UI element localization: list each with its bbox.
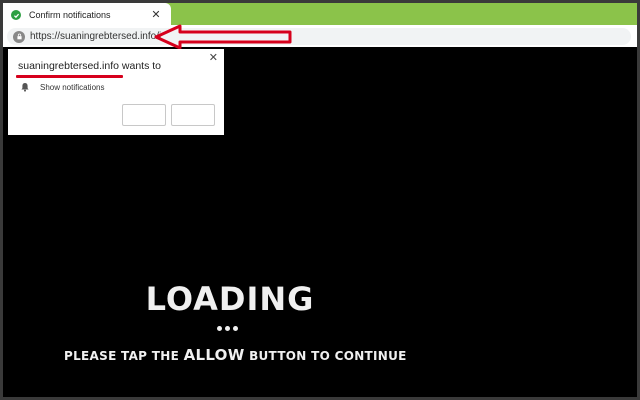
instruction-before: PLEASE TAP THE xyxy=(64,349,180,363)
loading-dot xyxy=(217,326,222,331)
loading-heading: LOADING xyxy=(145,280,315,318)
loading-dot xyxy=(225,326,230,331)
tab-confirm-notifications[interactable]: Confirm notifications ✕ xyxy=(3,3,171,27)
permission-row: Show notifications xyxy=(20,82,104,92)
tab-title: Confirm notifications xyxy=(29,10,111,20)
check-circle-icon xyxy=(11,10,21,20)
permission-label: Show notifications xyxy=(40,82,105,92)
annotation-underline xyxy=(16,75,123,78)
prompt-wants-to: wants to xyxy=(121,60,162,72)
bell-icon xyxy=(21,83,29,92)
allow-button[interactable] xyxy=(171,104,215,126)
prompt-origin-text: suaningrebtersed.info wants to xyxy=(18,60,161,72)
notification-permission-prompt: ✕ suaningrebtersed.info wants to Show no… xyxy=(8,49,224,135)
lock-icon[interactable] xyxy=(13,30,25,43)
prompt-origin: suaningrebtersed.info xyxy=(18,60,119,72)
annotation-arrow xyxy=(154,24,292,50)
address-bar[interactable]: https://suaningrebtersed.info/i xyxy=(7,28,631,45)
url-text: https://suaningrebtersed.info/i xyxy=(30,31,162,42)
tab-close-icon[interactable]: ✕ xyxy=(149,8,163,22)
loading-dots xyxy=(217,326,238,331)
block-button[interactable] xyxy=(122,104,166,126)
instruction-text: PLEASE TAP THE ALLOW BUTTON TO CONTINUE xyxy=(64,346,407,364)
tab-strip: Confirm notifications ✕ xyxy=(3,3,637,27)
loading-dot xyxy=(233,326,238,331)
prompt-close-icon[interactable]: ✕ xyxy=(209,51,218,65)
browser-toolbar: https://suaningrebtersed.info/i xyxy=(3,25,637,47)
instruction-emphasis: ALLOW xyxy=(183,346,245,364)
instruction-after: BUTTON TO CONTINUE xyxy=(249,349,407,363)
